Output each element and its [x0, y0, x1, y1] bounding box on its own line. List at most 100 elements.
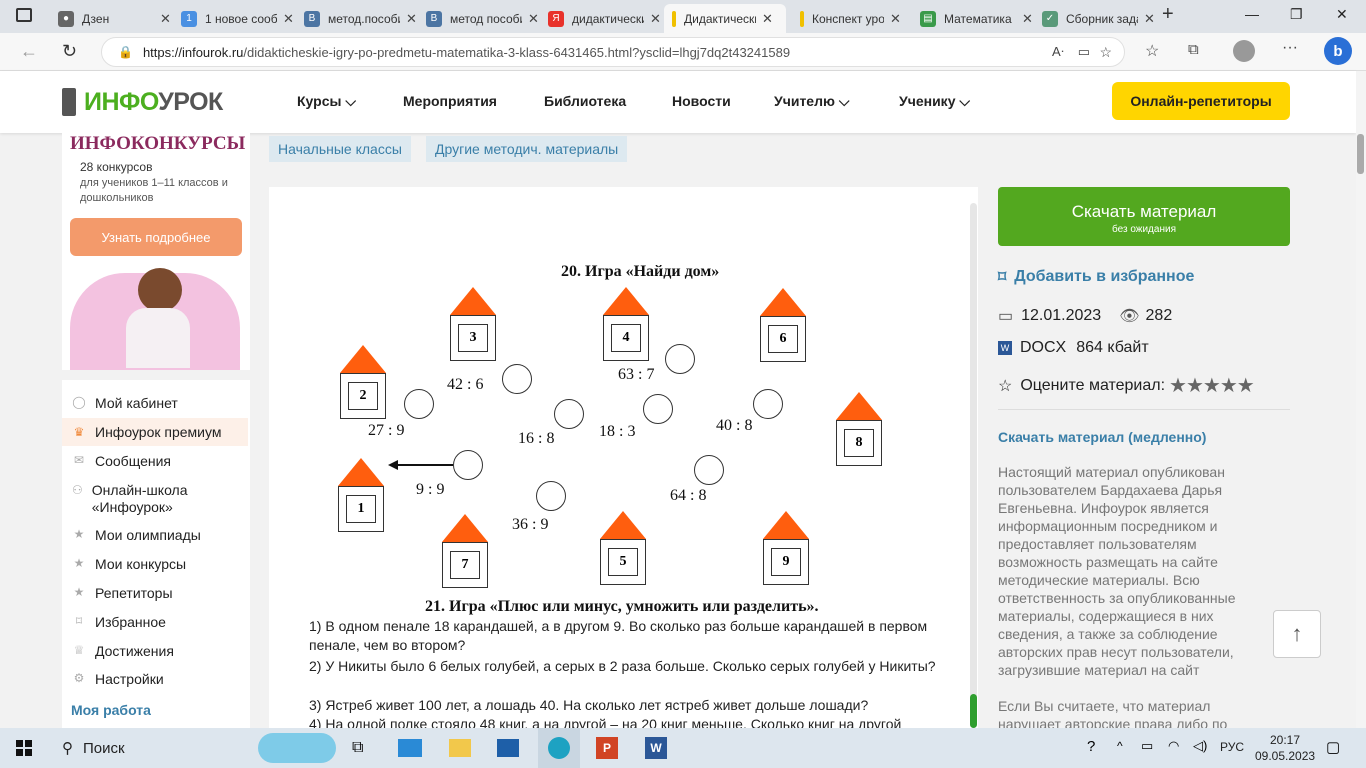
promo-banner[interactable]: ИНФОКОНКУРСЫ 28 конкурсов для учеников 1…: [62, 133, 250, 370]
doc-scrollbar-thumb[interactable]: [970, 694, 977, 728]
read-aloud-icon[interactable]: Aᐧ: [1052, 44, 1064, 60]
news-app-icon[interactable]: [497, 739, 519, 757]
rating-row: ☆ Оцените материал: ★★★★★: [998, 373, 1255, 398]
close-icon[interactable]: ✕: [1144, 11, 1155, 27]
close-icon[interactable]: ✕: [650, 11, 661, 27]
back-icon[interactable]: ←: [20, 41, 38, 62]
new-tab-icon[interactable]: +: [1162, 3, 1174, 26]
promo-button[interactable]: Узнать подробнее: [70, 218, 242, 256]
close-icon[interactable]: ✕: [283, 11, 294, 27]
volume-icon[interactable]: ◁): [1193, 738, 1207, 754]
tab-favicon: [800, 10, 804, 27]
close-icon[interactable]: ✕: [160, 11, 171, 27]
close-icon[interactable]: ✕: [890, 11, 901, 27]
page-scrollbar-thumb[interactable]: [1357, 134, 1364, 174]
scroll-top-button[interactable]: ↑: [1273, 610, 1321, 658]
tab-4[interactable]: Ядидактические ✕: [540, 4, 669, 33]
tab-5-active[interactable]: Дидактические ✕: [664, 4, 786, 33]
lock-icon: 🔒: [118, 45, 133, 59]
close-icon[interactable]: ✕: [528, 11, 539, 27]
tab-1[interactable]: 1 1 новое сообщение ✕: [173, 4, 302, 33]
game-21-title: 21. Игра «Плюс или минус, умножить или р…: [425, 598, 819, 615]
nav-library[interactable]: Библиотека: [544, 93, 626, 109]
sidebar-item-favorites[interactable]: ⌑ Избранное: [62, 614, 248, 630]
reload-icon[interactable]: ↻: [62, 41, 77, 62]
house-3: 3: [450, 287, 496, 361]
clock[interactable]: 20:17 09.05.2023: [1255, 732, 1315, 764]
minimize-icon[interactable]: —: [1245, 6, 1259, 22]
tab-7[interactable]: ▤ Математика ✕: [912, 4, 1041, 33]
site-logo[interactable]: ИНФОУРОК: [84, 88, 223, 117]
expression: 9 : 9: [416, 481, 445, 498]
windows-start-icon[interactable]: [16, 740, 32, 756]
favorites-icon[interactable]: ☆: [1145, 41, 1159, 61]
promo-girl-body: [126, 308, 190, 368]
expression: 64 : 8: [670, 487, 707, 504]
sidebar-item-contests[interactable]: ★ Мои конкурсы: [62, 556, 248, 572]
nav-news[interactable]: Новости: [672, 93, 731, 109]
sidebar-section-title: Моя работа: [71, 702, 151, 718]
help-icon[interactable]: ?: [1087, 738, 1095, 755]
download-button[interactable]: Скачать материал без ожидания: [998, 187, 1290, 246]
answer-circle: [665, 344, 695, 374]
word-icon: W: [998, 341, 1012, 355]
slow-download-link[interactable]: Скачать материал (медленно): [998, 429, 1206, 445]
tab-3[interactable]: Вметод пособие ✕: [418, 4, 547, 33]
logo-icon[interactable]: [62, 88, 76, 116]
powerpoint-icon[interactable]: P: [596, 737, 618, 759]
edge-taskbar-active[interactable]: [538, 728, 580, 768]
close-window-icon[interactable]: ✕: [1336, 6, 1348, 23]
tab-0[interactable]: ● Дзен ✕: [50, 4, 179, 33]
sidebar-item-achievements[interactable]: ♕ Достижения: [62, 643, 248, 659]
nav-courses[interactable]: Курсы ⌵: [297, 93, 356, 110]
restore-icon[interactable]: ❐: [1290, 6, 1303, 23]
nav-events[interactable]: Мероприятия: [403, 93, 497, 109]
bing-icon[interactable]: b: [1324, 37, 1352, 65]
word-app-icon[interactable]: W: [645, 737, 667, 759]
tab-2[interactable]: Вметод.пособие ✕: [296, 4, 425, 33]
add-favorite-icon[interactable]: ☆: [1099, 44, 1112, 61]
tab-8[interactable]: ✓ Сборник задач ✕: [1034, 4, 1163, 33]
breadcrumb-secondary[interactable]: Другие методич. материалы: [426, 136, 628, 162]
tab-title: метод.пособие: [328, 11, 400, 26]
tray-up-icon[interactable]: ^: [1117, 739, 1123, 753]
close-icon[interactable]: ✕: [762, 11, 773, 27]
mail-app-icon[interactable]: [398, 739, 422, 757]
close-icon[interactable]: ✕: [406, 11, 417, 27]
sidebar-item-messages[interactable]: ✉ Сообщения: [62, 453, 248, 469]
reader-icon[interactable]: ▭: [1078, 44, 1090, 60]
sidebar-item-premium[interactable]: ♛ Инфоурок премиум: [62, 418, 248, 446]
chevron-down-icon: ⌵: [345, 93, 356, 109]
sidebar-item-tutors[interactable]: ★ Репетиторы: [62, 585, 248, 601]
sidebar-item-settings[interactable]: ⚙ Настройки: [62, 671, 248, 687]
url-field[interactable]: 🔒 https://infourok.ru/didakticheskie-igr…: [101, 37, 1125, 67]
network-icon[interactable]: ▭: [1141, 738, 1153, 754]
task-view-icon[interactable]: ⧉: [352, 739, 363, 757]
nav-teacher[interactable]: Учителю ⌵: [774, 93, 849, 110]
doc-scrollbar[interactable]: [970, 203, 977, 728]
profile-icon[interactable]: [1233, 40, 1255, 62]
add-favorite-link[interactable]: ⌑ Добавить в избранное: [998, 267, 1194, 287]
explorer-icon[interactable]: [449, 739, 471, 757]
rating-stars[interactable]: ★★★★★: [1169, 373, 1255, 398]
sidebar-item-cabinet[interactable]: ◯ Мой кабинет: [62, 395, 248, 411]
collections-icon[interactable]: ⧉: [1188, 41, 1199, 58]
sidebar-item-school[interactable]: ⚇ Онлайн-школа «Инфоурок»: [62, 482, 212, 516]
tutors-button[interactable]: Онлайн-репетиторы: [1112, 82, 1290, 120]
menu-icon[interactable]: ···: [1282, 39, 1298, 57]
close-icon[interactable]: ✕: [1022, 11, 1033, 27]
promo-desc: для учеников 1–11 классов и дошкольников: [80, 177, 228, 204]
breadcrumb-primary[interactable]: Начальные классы: [269, 136, 411, 162]
sidebar-item-olympiads[interactable]: ★ Мои олимпиады: [62, 527, 248, 543]
nav-student[interactable]: Ученику ⌵: [899, 93, 970, 110]
tab-6[interactable]: Конспект урока ✕: [792, 4, 909, 33]
answer-circle: [554, 399, 584, 429]
tab-favicon: 1: [181, 10, 197, 27]
wifi-icon[interactable]: ◠: [1168, 738, 1179, 754]
language-indicator[interactable]: РУС: [1220, 740, 1244, 754]
chevron-down-icon: ⌵: [838, 93, 850, 109]
document-viewer[interactable]: 20. Игра «Найди дом» 3 4 6 2 8 1 7 5 9 4…: [269, 187, 978, 728]
tab-favicon: Я: [548, 10, 564, 27]
tab-actions-icon[interactable]: [16, 8, 32, 22]
notifications-icon[interactable]: ▢: [1326, 738, 1340, 756]
